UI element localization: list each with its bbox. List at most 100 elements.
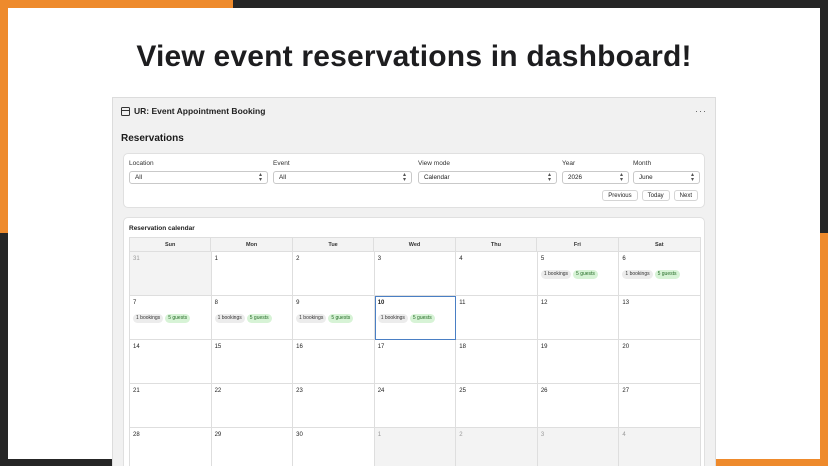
calendar-day-cell[interactable]: 12 [537,296,620,340]
select-chevron-icon: ▴ ▾ [258,172,262,183]
weekday-header-row: Sun Mon Tue Wed Thu Fri Sat [129,237,701,252]
day-number: 20 [622,344,630,350]
calendar-day-cell[interactable]: 26 [537,384,620,428]
view-mode-select[interactable]: Calendar ▴ ▾ [418,171,557,184]
calendar-day-cell[interactable]: 7 1 bookings 5 guests [130,296,212,340]
calendar-day-cell[interactable]: 9 1 bookings 5 guests [293,296,375,340]
day-number: 6 [622,256,626,262]
day-number: 5 [540,256,545,262]
calendar-day-cell[interactable]: 31 [130,252,212,296]
calendar-day-cell[interactable]: 6 1 bookings 5 guests [619,252,701,296]
day-number: 16 [296,344,303,350]
bookings-badge: 1 bookings [133,314,164,323]
calendar-day-cell[interactable]: 5 1 bookings 5 guests [537,252,620,296]
calendar-day-cell[interactable]: 4 [619,428,701,466]
day-number: 22 [214,388,222,394]
calendar-day-cell[interactable]: 30 [293,428,375,466]
day-number: 9 [296,300,300,306]
guests-badge: 5 guests [165,314,191,323]
day-number: 19 [540,344,548,350]
calendar-day-cell[interactable]: 23 [293,384,375,428]
calendar-day-cell[interactable]: 3 [537,428,620,466]
today-button[interactable]: Today [641,190,670,201]
calendar-day-cell[interactable]: 18 [456,340,538,384]
next-button[interactable]: Next [673,190,698,201]
calendar-day-cell[interactable]: 3 [374,252,457,296]
weekday-header: Sun [130,238,212,252]
view-mode-filter: View mode Calendar ▴ ▾ [418,160,557,184]
calendar-day-cell[interactable]: 1 [211,252,294,296]
calendar-day-cell[interactable]: 17 [374,340,457,384]
calendar-day-cell[interactable]: 2 [293,252,375,296]
previous-button[interactable]: Previous [602,190,638,201]
month-select[interactable]: June ▴ ▾ [633,171,700,184]
bookings-badge: 1 bookings [377,314,408,323]
calendar-icon [121,106,130,116]
calendar-day-cell[interactable]: 11 [456,296,538,340]
filters-card: Location All ▴ ▾ Event All ▴ ▾ View mode C… [123,153,705,208]
calendar-card: Reservation calendar Sun Mon Tue Wed Thu Fri S… [123,217,705,466]
weekday-header: Thu [456,238,538,252]
view-mode-value: Calendar [424,174,450,181]
calendar-nav: Previous Today Next [602,190,698,201]
calendar-day-cell[interactable]: 24 [374,384,457,428]
calendar-day-cell[interactable]: 1 [374,428,457,466]
day-number: 27 [622,388,630,394]
calendar-day-cell[interactable]: 8 1 bookings 5 guests [211,296,294,340]
reservation-badges: 1 bookings 5 guests [133,314,208,323]
day-number: 11 [459,300,466,306]
calendar-day-cell[interactable]: 20 [619,340,701,384]
day-number: 10 [377,300,385,306]
location-select[interactable]: All ▴ ▾ [129,171,268,184]
reservation-badges: 1 bookings 5 guests [622,270,697,279]
event-select[interactable]: All ▴ ▾ [273,171,412,184]
calendar-day-cell[interactable]: 15 [211,340,294,384]
year-filter: Year 2026 ▴ ▾ [562,160,629,184]
weekday-header: Mon [211,238,293,252]
weekday-header: Wed [374,238,456,252]
day-number: 1 [377,432,382,438]
calendar-day-cell[interactable]: 16 [293,340,375,384]
more-options-icon[interactable]: ··· [695,106,707,116]
day-number: 15 [214,344,222,350]
calendar-day-cell[interactable]: 14 [130,340,212,384]
location-filter: Location All ▴ ▾ [129,160,268,184]
app-bar: UR: Event Appointment Booking ··· [113,98,715,124]
day-number: 2 [459,432,463,438]
day-number: 28 [133,432,140,438]
calendar-day-cell[interactable]: 19 [537,340,620,384]
calendar-day-cell[interactable]: 4 [456,252,538,296]
calendar-day-cell[interactable]: 28 [130,428,212,466]
calendar-day-cell-today[interactable]: 10 1 bookings 5 guests [374,296,457,340]
calendar-day-cell[interactable]: 13 [619,296,701,340]
day-number: 7 [133,300,137,306]
calendar-week-row: 14 15 16 17 18 19 20 [129,340,701,384]
select-chevron-icon: ▴ ▾ [402,172,406,183]
day-number: 29 [214,432,222,438]
calendar-day-cell[interactable]: 21 [130,384,212,428]
calendar-day-cell[interactable]: 27 [619,384,701,428]
view-mode-label: View mode [418,160,451,167]
day-number: 2 [296,256,300,262]
calendar-day-cell[interactable]: 2 [456,428,538,466]
calendar-day-cell[interactable]: 29 [212,428,294,466]
day-number: 1 [214,256,218,262]
calendar-day-cell[interactable]: 25 [456,384,538,428]
weekday-header: Tue [293,238,375,252]
reservation-badges: 1 bookings 5 guests [540,270,616,279]
guests-badge: 5 guests [328,314,354,323]
bookings-badge: 1 bookings [540,270,572,279]
calendar-day-cell[interactable]: 22 [211,384,294,428]
year-select[interactable]: 2026 ▴ ▾ [562,171,629,184]
calendar-grid: Sun Mon Tue Wed Thu Fri Sat 31 1 2 3 4 5 1 bookings 5… [129,237,701,466]
app-window: UR: Event Appointment Booking ··· Reserv… [112,97,716,466]
calendar-week-row: 71 bookings 5 guests 8 1 bookings 5 guests 9 1… [129,296,701,340]
reservation-badges: 1 bookings 5 guests [296,314,371,323]
bookings-badge: 1 bookings [296,314,327,323]
day-number: 3 [540,432,545,438]
year-label: Year [562,160,576,167]
day-number: 13 [622,300,630,306]
page-title: Reservations [121,133,184,144]
guests-badge: 5 guests [246,314,272,323]
day-number: 8 [214,300,218,306]
